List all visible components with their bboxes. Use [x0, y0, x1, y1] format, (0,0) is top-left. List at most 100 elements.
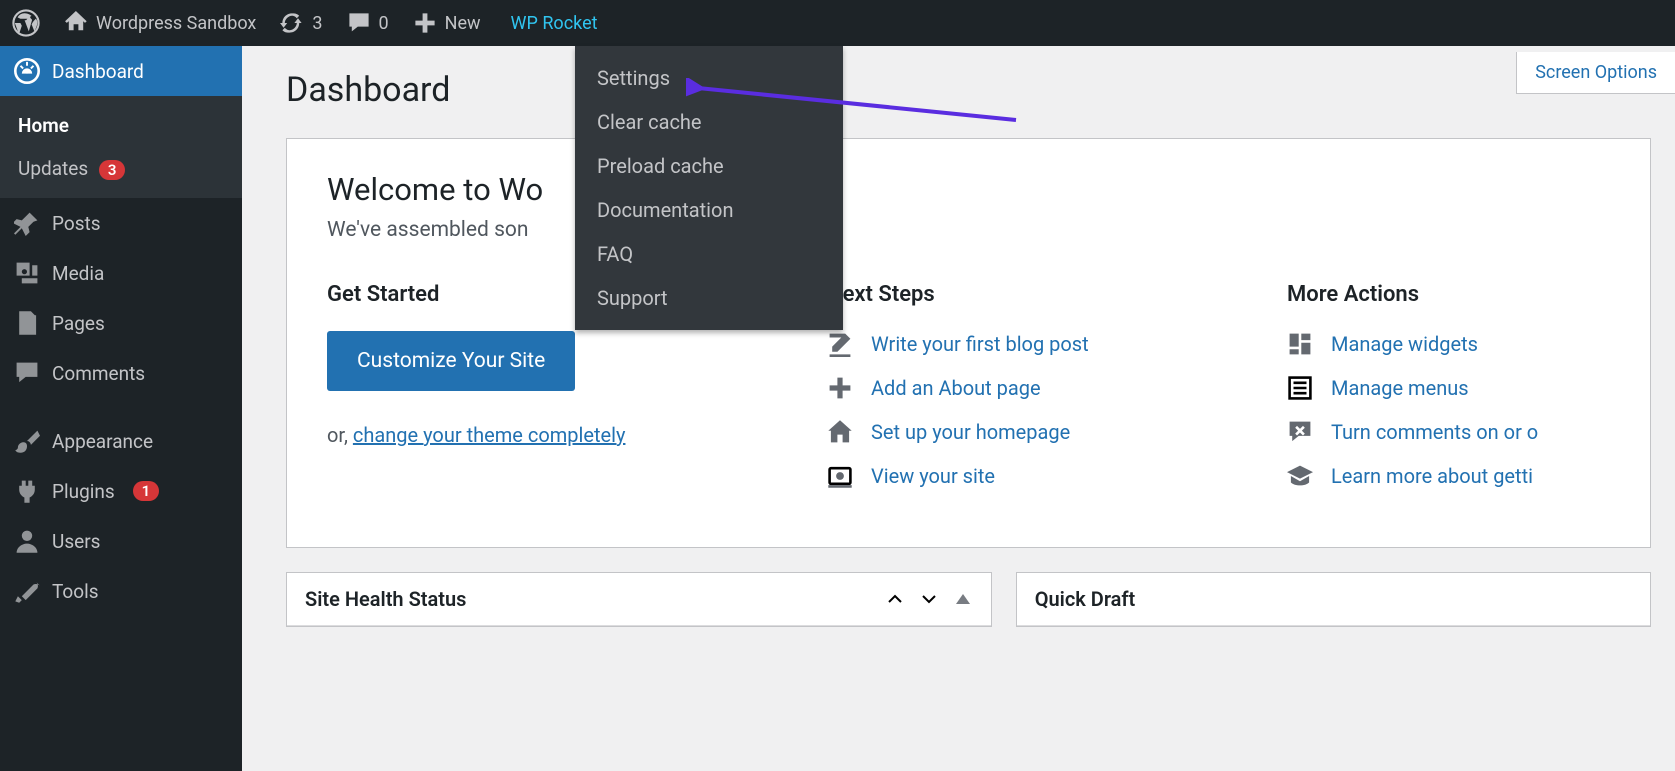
- sidebar-item-tools[interactable]: Tools: [0, 566, 242, 616]
- sidebar-label: Pages: [52, 312, 105, 335]
- view-icon: [827, 463, 853, 489]
- sidebar-label: Tools: [52, 580, 99, 603]
- customize-site-button[interactable]: Customize Your Site: [327, 331, 575, 391]
- list-item: View your site: [827, 463, 1227, 489]
- home-icon: [64, 11, 88, 35]
- dashboard-icon: [14, 58, 40, 84]
- admin-bar: Wordpress Sandbox 3 0 New WP Rocket: [0, 0, 1675, 46]
- page-title: Dashboard: [286, 46, 1651, 138]
- manage-menus-link[interactable]: Manage menus: [1331, 376, 1469, 400]
- user-icon: [14, 528, 40, 554]
- sidebar-label: Users: [52, 530, 100, 553]
- comments-toggle-link[interactable]: Turn comments on or o: [1331, 420, 1538, 444]
- update-icon: [280, 11, 304, 35]
- pages-icon: [14, 310, 40, 336]
- chevron-up-icon[interactable]: [885, 589, 905, 609]
- media-icon: [14, 260, 40, 286]
- sidebar-item-plugins[interactable]: Plugins 1: [0, 466, 242, 516]
- plug-icon: [14, 478, 40, 504]
- new-content-menu[interactable]: New: [401, 0, 493, 46]
- list-item: Manage menus: [1287, 375, 1538, 401]
- menu-icon: [1287, 375, 1313, 401]
- list-item: Manage widgets: [1287, 331, 1538, 357]
- list-item: Add an About page: [827, 375, 1227, 401]
- list-item: Set up your homepage: [827, 419, 1227, 445]
- submenu-item-updates[interactable]: Updates 3: [0, 147, 242, 190]
- welcome-title: Welcome to Wo: [327, 171, 1610, 208]
- write-icon: [827, 331, 853, 357]
- more-actions-heading: More Actions: [1287, 282, 1538, 307]
- view-site-link[interactable]: View your site: [871, 464, 995, 488]
- add-page-link[interactable]: Add an About page: [871, 376, 1041, 400]
- updates-menu[interactable]: 3: [268, 0, 334, 46]
- comments-count: 0: [379, 13, 389, 34]
- wp-logo-menu[interactable]: [0, 0, 52, 46]
- manage-widgets-link[interactable]: Manage widgets: [1331, 332, 1478, 356]
- comment-off-icon: [1287, 419, 1313, 445]
- sidebar-item-media[interactable]: Media: [0, 248, 242, 298]
- sidebar-item-pages[interactable]: Pages: [0, 298, 242, 348]
- sidebar-label: Dashboard: [52, 60, 144, 83]
- widgets-icon: [1287, 331, 1313, 357]
- dropdown-item-preload-cache[interactable]: Preload cache: [575, 144, 843, 188]
- updates-count: 3: [312, 13, 322, 34]
- site-name-menu[interactable]: Wordpress Sandbox: [52, 0, 268, 46]
- sidebar-label: Plugins: [52, 480, 115, 503]
- list-item: Learn more about getti: [1287, 463, 1538, 489]
- dropdown-item-faq[interactable]: FAQ: [575, 232, 843, 276]
- triangle-up-icon[interactable]: [953, 589, 973, 609]
- home-icon: [827, 419, 853, 445]
- sidebar-item-appearance[interactable]: Appearance: [0, 416, 242, 466]
- pin-icon: [14, 210, 40, 236]
- sidebar-label: Media: [52, 262, 104, 285]
- new-label: New: [445, 13, 481, 34]
- learn-more-link[interactable]: Learn more about getti: [1331, 464, 1533, 488]
- dropdown-item-clear-cache[interactable]: Clear cache: [575, 100, 843, 144]
- plus-icon: [827, 375, 853, 401]
- sidebar-item-posts[interactable]: Posts: [0, 198, 242, 248]
- sidebar-label: Posts: [52, 212, 101, 235]
- learn-icon: [1287, 463, 1313, 489]
- comments-menu[interactable]: 0: [335, 0, 401, 46]
- sidebar-item-dashboard[interactable]: Dashboard: [0, 46, 242, 96]
- updates-badge: 3: [99, 160, 126, 180]
- comment-icon: [347, 11, 371, 35]
- site-health-heading: Site Health Status: [305, 587, 466, 611]
- next-steps-column: Next Steps Write your first blog post Ad…: [827, 282, 1227, 507]
- quick-draft-heading: Quick Draft: [1035, 587, 1136, 611]
- dropdown-item-settings[interactable]: Settings: [575, 56, 843, 100]
- admin-sidebar: Dashboard Home Updates 3 Posts Media Pag…: [0, 46, 242, 771]
- welcome-subtitle: We've assembled son ted:: [327, 218, 1610, 242]
- wprocket-label: WP Rocket: [511, 13, 598, 34]
- dropdown-item-support[interactable]: Support: [575, 276, 843, 320]
- quick-draft-postbox: Quick Draft: [1016, 572, 1651, 627]
- site-health-postbox: Site Health Status: [286, 572, 992, 627]
- comments-icon: [14, 360, 40, 386]
- wrench-icon: [14, 578, 40, 604]
- welcome-panel: Welcome to Wo We've assembled son ted: G…: [286, 138, 1651, 548]
- wordpress-logo-icon: [12, 9, 40, 37]
- change-theme-link[interactable]: change your theme completely: [353, 423, 626, 447]
- main-content: Dashboard Welcome to Wo We've assembled …: [262, 46, 1675, 771]
- plus-icon: [413, 11, 437, 35]
- or-change-theme: or, change your theme completely: [327, 423, 767, 447]
- wprocket-dropdown: Settings Clear cache Preload cache Docum…: [575, 46, 843, 330]
- sidebar-item-comments[interactable]: Comments: [0, 348, 242, 398]
- sidebar-label: Comments: [52, 362, 145, 385]
- brush-icon: [14, 428, 40, 454]
- plugins-badge: 1: [133, 481, 160, 501]
- list-item: Turn comments on or o: [1287, 419, 1538, 445]
- submenu-item-home[interactable]: Home: [0, 104, 242, 147]
- chevron-down-icon[interactable]: [919, 589, 939, 609]
- more-actions-column: More Actions Manage widgets Manage menus…: [1287, 282, 1538, 507]
- next-steps-heading: Next Steps: [827, 282, 1227, 307]
- dropdown-item-documentation[interactable]: Documentation: [575, 188, 843, 232]
- list-item: Write your first blog post: [827, 331, 1227, 357]
- site-name-label: Wordpress Sandbox: [96, 13, 256, 34]
- setup-homepage-link[interactable]: Set up your homepage: [871, 420, 1070, 444]
- sidebar-label: Appearance: [52, 430, 153, 453]
- dashboard-submenu: Home Updates 3: [0, 96, 242, 198]
- wprocket-menu[interactable]: WP Rocket: [493, 0, 616, 46]
- write-post-link[interactable]: Write your first blog post: [871, 332, 1089, 356]
- sidebar-item-users[interactable]: Users: [0, 516, 242, 566]
